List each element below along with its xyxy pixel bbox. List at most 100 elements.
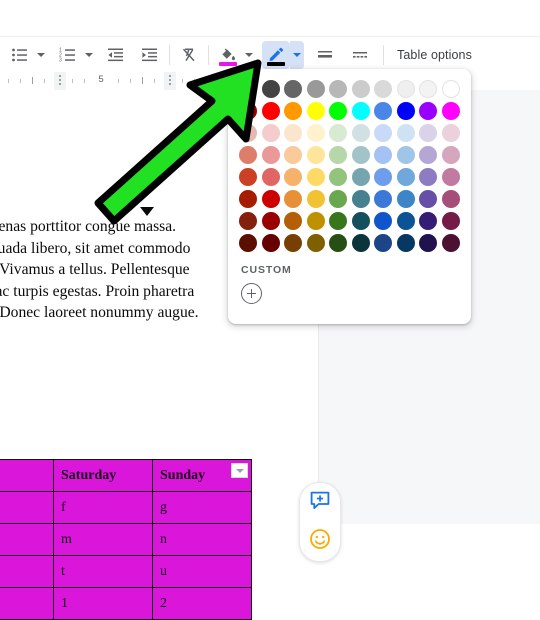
color-swatch[interactable] [306, 124, 325, 142]
color-swatch[interactable] [441, 146, 460, 164]
color-swatch[interactable] [306, 234, 325, 252]
color-swatch[interactable] [396, 80, 415, 98]
color-swatch[interactable] [374, 102, 393, 120]
color-swatch[interactable] [396, 102, 415, 120]
color-swatch[interactable] [351, 190, 370, 208]
color-swatch[interactable] [419, 80, 438, 98]
color-swatch[interactable] [329, 168, 348, 186]
color-swatch[interactable] [284, 190, 303, 208]
table-cell[interactable]: 1 [53, 587, 153, 620]
color-swatch[interactable] [239, 190, 257, 208]
color-swatch[interactable] [374, 124, 393, 142]
color-swatch[interactable] [374, 80, 393, 98]
color-swatch[interactable] [419, 124, 438, 142]
table-row[interactable]: 12 [0, 587, 252, 620]
border-width-button[interactable] [311, 41, 339, 69]
color-swatch[interactable] [396, 168, 415, 186]
color-swatch[interactable] [261, 80, 280, 98]
color-swatch[interactable] [419, 168, 438, 186]
table-cell[interactable]: n [152, 523, 252, 556]
color-swatch[interactable] [306, 212, 325, 230]
background-color-dropdown[interactable] [242, 41, 256, 69]
color-swatch[interactable] [419, 190, 438, 208]
color-swatch[interactable] [329, 102, 348, 120]
table-cell[interactable] [0, 523, 54, 556]
color-swatch[interactable] [284, 124, 303, 142]
numbered-list-button[interactable]: 1 2 3 [54, 41, 82, 69]
color-swatch[interactable] [351, 234, 370, 252]
color-swatch[interactable] [374, 234, 393, 252]
color-swatch[interactable] [419, 234, 438, 252]
color-swatch[interactable] [261, 146, 280, 164]
color-swatch[interactable] [374, 168, 393, 186]
color-swatch[interactable] [239, 212, 257, 230]
document-paragraph[interactable]: …cenas porttitor congue massa. …suada li… [0, 216, 226, 324]
color-swatch[interactable] [284, 212, 303, 230]
color-swatch[interactable] [306, 146, 325, 164]
color-swatch[interactable] [419, 102, 438, 120]
color-swatch[interactable] [239, 80, 257, 98]
table-cell[interactable]: u [152, 555, 252, 588]
color-swatch[interactable] [329, 80, 348, 98]
color-swatch[interactable] [351, 102, 370, 120]
color-swatch[interactable] [351, 168, 370, 186]
color-swatch[interactable] [374, 190, 393, 208]
numbered-list-dropdown[interactable] [82, 41, 96, 69]
color-swatch[interactable] [396, 212, 415, 230]
color-swatch[interactable] [374, 212, 393, 230]
color-swatch[interactable] [396, 146, 415, 164]
color-swatch[interactable] [239, 124, 257, 142]
color-swatch[interactable] [374, 146, 393, 164]
background-color-button[interactable] [214, 41, 242, 69]
color-swatch[interactable] [396, 234, 415, 252]
color-swatch[interactable] [441, 124, 460, 142]
border-dash-button[interactable] [346, 41, 374, 69]
table-header-cell[interactable]: Saturday [53, 459, 153, 492]
color-swatch[interactable] [329, 234, 348, 252]
color-swatch[interactable] [329, 124, 348, 142]
color-swatch[interactable] [284, 168, 303, 186]
table-header-cell[interactable] [0, 459, 54, 492]
color-swatch[interactable] [351, 80, 370, 98]
color-swatch[interactable] [284, 234, 303, 252]
table-row[interactable]: tu [0, 555, 252, 588]
color-swatch[interactable] [441, 168, 460, 186]
document-table[interactable]: Saturday Sunday f g m n t u 1 2 [0, 459, 252, 620]
color-swatch[interactable] [441, 102, 460, 120]
add-comment-button[interactable] [309, 491, 331, 516]
table-cell[interactable] [0, 555, 54, 588]
bulleted-list-dropdown[interactable] [34, 41, 48, 69]
color-swatch[interactable] [261, 102, 280, 120]
color-swatch[interactable] [284, 80, 303, 98]
color-swatch[interactable] [396, 124, 415, 142]
indent-marker-left[interactable] [54, 72, 66, 90]
table-row[interactable]: Saturday Sunday [0, 459, 252, 492]
color-swatch[interactable] [351, 124, 370, 142]
table-cell[interactable]: t [53, 555, 153, 588]
clear-formatting-button[interactable] [175, 41, 203, 69]
indent-marker-right[interactable] [164, 72, 176, 90]
color-swatch[interactable] [239, 102, 257, 120]
color-swatch[interactable] [261, 234, 280, 252]
color-swatch[interactable] [306, 190, 325, 208]
color-swatch[interactable] [419, 146, 438, 164]
color-swatch[interactable] [329, 190, 348, 208]
color-swatch[interactable] [261, 212, 280, 230]
table-row[interactable]: mn [0, 523, 252, 556]
table-cell[interactable]: m [53, 523, 153, 556]
table-column-menu-button[interactable] [231, 463, 248, 478]
table-cell[interactable] [0, 587, 54, 620]
color-swatch[interactable] [306, 168, 325, 186]
color-swatch[interactable] [329, 146, 348, 164]
color-swatch[interactable] [441, 190, 460, 208]
add-custom-color-button[interactable] [241, 283, 262, 304]
color-swatch[interactable] [284, 146, 303, 164]
color-swatch[interactable] [396, 190, 415, 208]
add-reaction-button[interactable] [309, 528, 331, 555]
color-swatch[interactable] [441, 80, 460, 98]
color-swatch[interactable] [441, 212, 460, 230]
color-swatch[interactable] [351, 146, 370, 164]
table-row[interactable]: fg [0, 491, 252, 524]
color-swatch[interactable] [306, 80, 325, 98]
color-swatch[interactable] [351, 212, 370, 230]
